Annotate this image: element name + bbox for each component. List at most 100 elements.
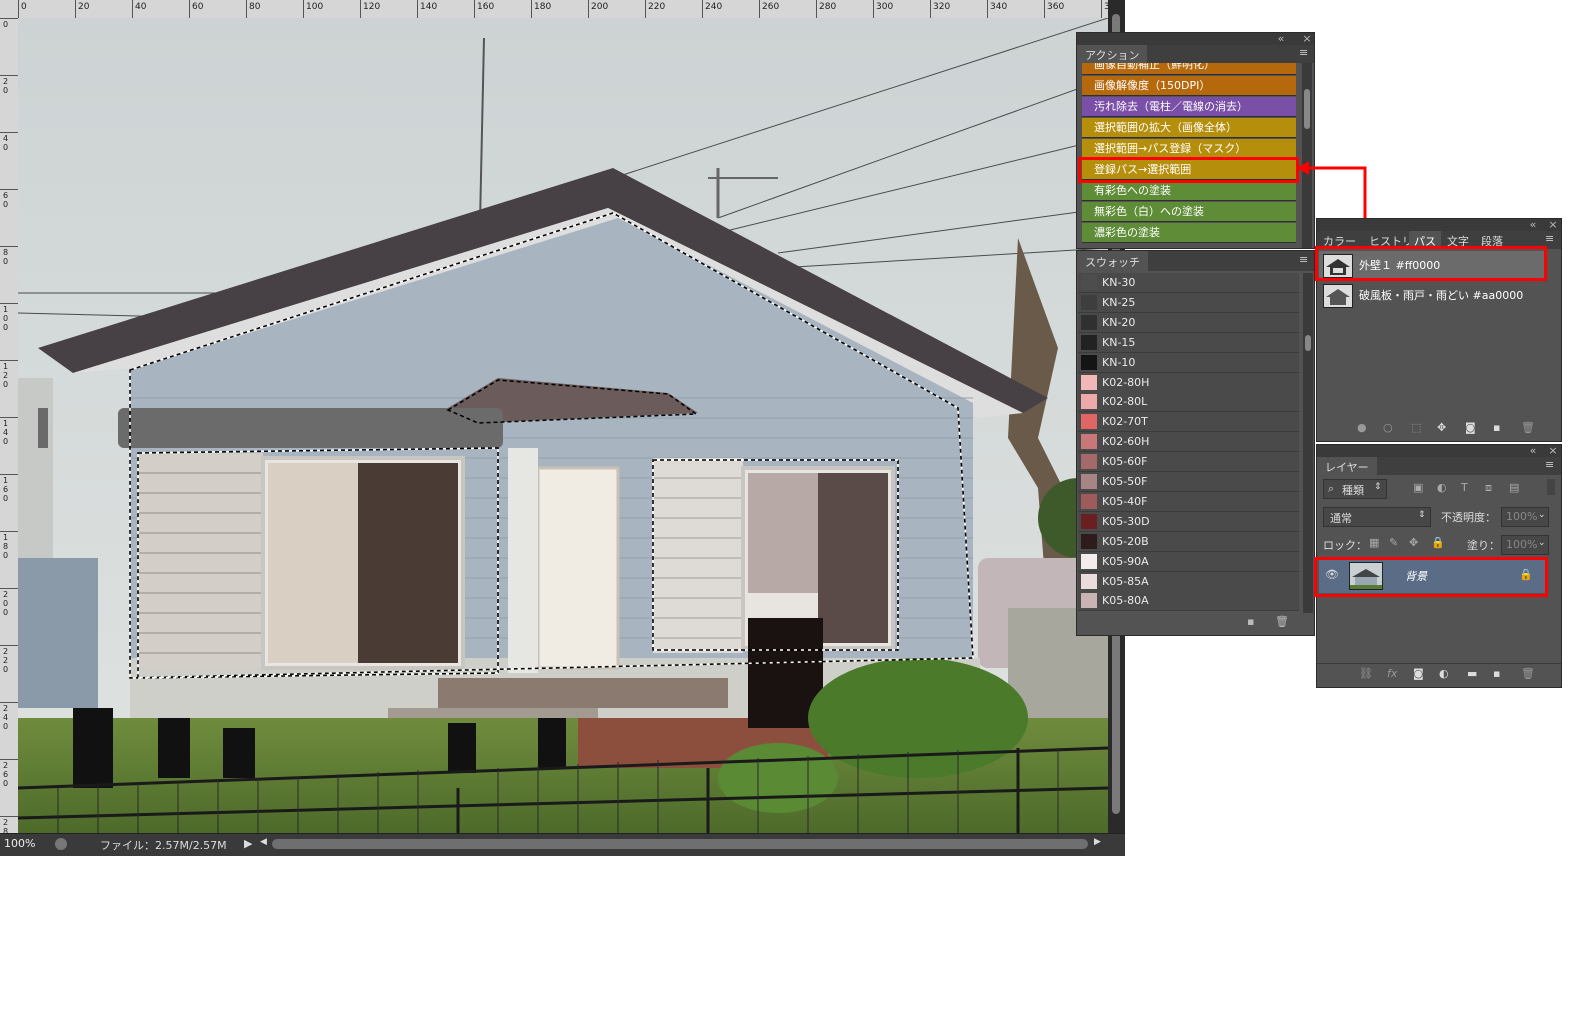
swatch-item[interactable]: K05-85A bbox=[1078, 571, 1299, 592]
new-swatch-icon[interactable]: ▪ bbox=[1247, 615, 1254, 628]
layers-tab-bar: レイヤー ≡ bbox=[1317, 457, 1561, 475]
panel-menu-icon[interactable]: ≡ bbox=[1299, 46, 1308, 59]
brush-lock-icon[interactable]: ✎ bbox=[1389, 536, 1398, 549]
ruler-tick: 20 bbox=[75, 0, 89, 18]
action-item[interactable]: 濃彩色の塗装 bbox=[1082, 223, 1296, 243]
action-item[interactable]: 画像解像度（150DPI） bbox=[1082, 76, 1296, 96]
search-icon: ⌕ bbox=[1328, 482, 1335, 495]
trash-icon[interactable]: 🗑 bbox=[1521, 667, 1535, 680]
tab-swatches[interactable]: スウォッチ bbox=[1077, 251, 1148, 271]
swatch-item[interactable]: KN-25 bbox=[1078, 292, 1299, 313]
action-item[interactable]: 選択範囲の拡大（画像全体） bbox=[1082, 118, 1296, 138]
collapse-icon[interactable]: « bbox=[1275, 33, 1287, 45]
swatch-item[interactable]: K05-50F bbox=[1078, 472, 1299, 492]
tab-layers[interactable]: レイヤー bbox=[1317, 457, 1377, 475]
trash-icon[interactable]: 🗑 bbox=[1275, 615, 1289, 628]
blend-mode-select[interactable]: 通常 ⇕ bbox=[1323, 507, 1431, 527]
stroke-path-icon[interactable]: ○ bbox=[1383, 421, 1393, 434]
path-item-trim[interactable]: 破風板・雨戸・雨どい #aa0000 bbox=[1319, 281, 1547, 309]
swatch-color-chip bbox=[1081, 354, 1097, 370]
filter-toggle[interactable] bbox=[1547, 479, 1555, 495]
scroll-right-icon[interactable]: ▶ bbox=[1094, 837, 1101, 847]
swatch-item[interactable]: K05-60F bbox=[1078, 452, 1299, 473]
status-menu-icon[interactable] bbox=[55, 838, 67, 850]
panel-grip[interactable]: « × bbox=[1077, 33, 1314, 45]
swatches-scroll-thumb[interactable] bbox=[1305, 335, 1311, 351]
photo-canvas[interactable] bbox=[18, 18, 1108, 833]
pixel-filter-icon[interactable]: ▣ bbox=[1413, 481, 1423, 494]
add-mask-icon[interactable]: ◙ bbox=[1465, 421, 1476, 434]
swatch-item[interactable]: KN-20 bbox=[1078, 312, 1299, 333]
smart-object-filter-icon[interactable]: ▤ bbox=[1509, 481, 1519, 494]
action-item[interactable]: 無彩色（白）への塗装 bbox=[1082, 202, 1296, 222]
swatch-item[interactable]: KN-30 bbox=[1078, 273, 1299, 293]
action-item[interactable]: 有彩色への塗装 bbox=[1082, 181, 1296, 201]
swatches-scrollbar[interactable] bbox=[1303, 273, 1313, 613]
folder-icon[interactable]: ▬ bbox=[1467, 667, 1477, 680]
ruler-tick: 320 bbox=[930, 0, 950, 18]
ruler-tick: 100 bbox=[0, 303, 18, 332]
action-item[interactable]: 画像自動補正（鮮明化） bbox=[1082, 63, 1296, 75]
panel-menu-icon[interactable]: ≡ bbox=[1545, 458, 1554, 471]
swatch-item[interactable]: K05-80A bbox=[1078, 591, 1299, 612]
swatch-item[interactable]: K02-80L bbox=[1078, 392, 1299, 413]
panel-menu-icon[interactable]: ≡ bbox=[1299, 253, 1308, 266]
close-icon[interactable]: × bbox=[1301, 33, 1313, 45]
panel-grip[interactable]: « × bbox=[1317, 219, 1561, 231]
lock-label: ロック： bbox=[1323, 539, 1367, 552]
paths-footer-toolbar: ● ○ ⬚ ✥ ◙ ▪ 🗑 bbox=[1317, 419, 1561, 439]
swatch-item[interactable]: K02-80H bbox=[1078, 372, 1299, 393]
panel-menu-icon[interactable]: ≡ bbox=[1545, 232, 1554, 245]
load-selection-icon[interactable]: ⬚ bbox=[1411, 421, 1421, 434]
lock-transparent-icon[interactable]: ▦ bbox=[1369, 536, 1379, 549]
new-layer-icon[interactable]: ▪ bbox=[1493, 667, 1500, 680]
add-mask-icon[interactable]: ◙ bbox=[1413, 667, 1424, 680]
swatch-color-chip bbox=[1081, 314, 1097, 330]
make-work-path-icon[interactable]: ✥ bbox=[1437, 421, 1446, 434]
close-icon[interactable]: × bbox=[1547, 445, 1559, 457]
swatch-item[interactable]: K05-20B bbox=[1078, 531, 1299, 552]
swatch-name: K05-50F bbox=[1102, 475, 1148, 488]
path-thumbnail-icon bbox=[1323, 284, 1353, 308]
ruler-tick: 40 bbox=[0, 132, 18, 152]
adjustment-filter-icon[interactable]: ◐ bbox=[1437, 481, 1447, 494]
horizontal-scrollbar[interactable] bbox=[272, 839, 1088, 849]
swatch-item[interactable]: K02-60H bbox=[1078, 432, 1299, 453]
fx-icon[interactable]: fx bbox=[1387, 667, 1397, 680]
fill-field[interactable]: 100% ⌄ bbox=[1501, 535, 1549, 555]
action-item[interactable]: 選択範囲→パス登録（マスク） bbox=[1082, 139, 1296, 159]
fill-path-icon[interactable]: ● bbox=[1357, 421, 1367, 434]
actions-scroll-thumb[interactable] bbox=[1304, 89, 1310, 129]
ruler-tick-label: 320 bbox=[933, 2, 951, 12]
type-filter-icon[interactable]: T bbox=[1461, 481, 1468, 494]
tab-actions[interactable]: アクション bbox=[1077, 45, 1148, 63]
ruler-tick-label: 100 bbox=[306, 2, 324, 12]
panel-grip[interactable]: « × bbox=[1317, 445, 1561, 457]
layer-filter-select[interactable]: ⌕ 種類 ⇕ bbox=[1323, 479, 1387, 499]
swatch-item[interactable]: K05-90A bbox=[1078, 551, 1299, 572]
action-item[interactable]: 汚れ除去（電柱／電線の消去） bbox=[1082, 97, 1296, 117]
swatch-item[interactable]: K02-70T bbox=[1078, 412, 1299, 433]
collapse-icon[interactable]: « bbox=[1527, 445, 1539, 457]
swatch-item[interactable]: K05-40F bbox=[1078, 491, 1299, 512]
house-photo bbox=[18, 18, 1108, 833]
collapse-icon[interactable]: « bbox=[1527, 219, 1539, 231]
swatch-item[interactable]: KN-10 bbox=[1078, 352, 1299, 373]
shape-filter-icon[interactable]: ⧈ bbox=[1485, 481, 1492, 495]
adjustment-layer-icon[interactable]: ◐ bbox=[1439, 667, 1449, 680]
play-arrow-icon[interactable]: ▶ bbox=[244, 837, 252, 850]
trash-icon[interactable]: 🗑 bbox=[1521, 421, 1535, 434]
zoom-level[interactable]: 100% bbox=[4, 837, 35, 850]
ruler-tick-label: 360 bbox=[1047, 2, 1065, 12]
ruler-tick-label: 0 bbox=[21, 2, 27, 12]
move-lock-icon[interactable]: ✥ bbox=[1409, 536, 1418, 549]
ruler-tick-label: 300 bbox=[876, 2, 894, 12]
opacity-field[interactable]: 100% ⌄ bbox=[1501, 507, 1549, 527]
swatch-item[interactable]: K05-30D bbox=[1078, 511, 1299, 532]
scroll-left-icon[interactable]: ◀ bbox=[260, 837, 267, 847]
new-path-icon[interactable]: ▪ bbox=[1493, 421, 1500, 434]
swatch-item[interactable]: KN-15 bbox=[1078, 332, 1299, 353]
link-icon[interactable]: ⛓ bbox=[1359, 667, 1373, 680]
close-icon[interactable]: × bbox=[1547, 219, 1559, 231]
lock-all-icon[interactable]: 🔒 bbox=[1431, 536, 1445, 549]
